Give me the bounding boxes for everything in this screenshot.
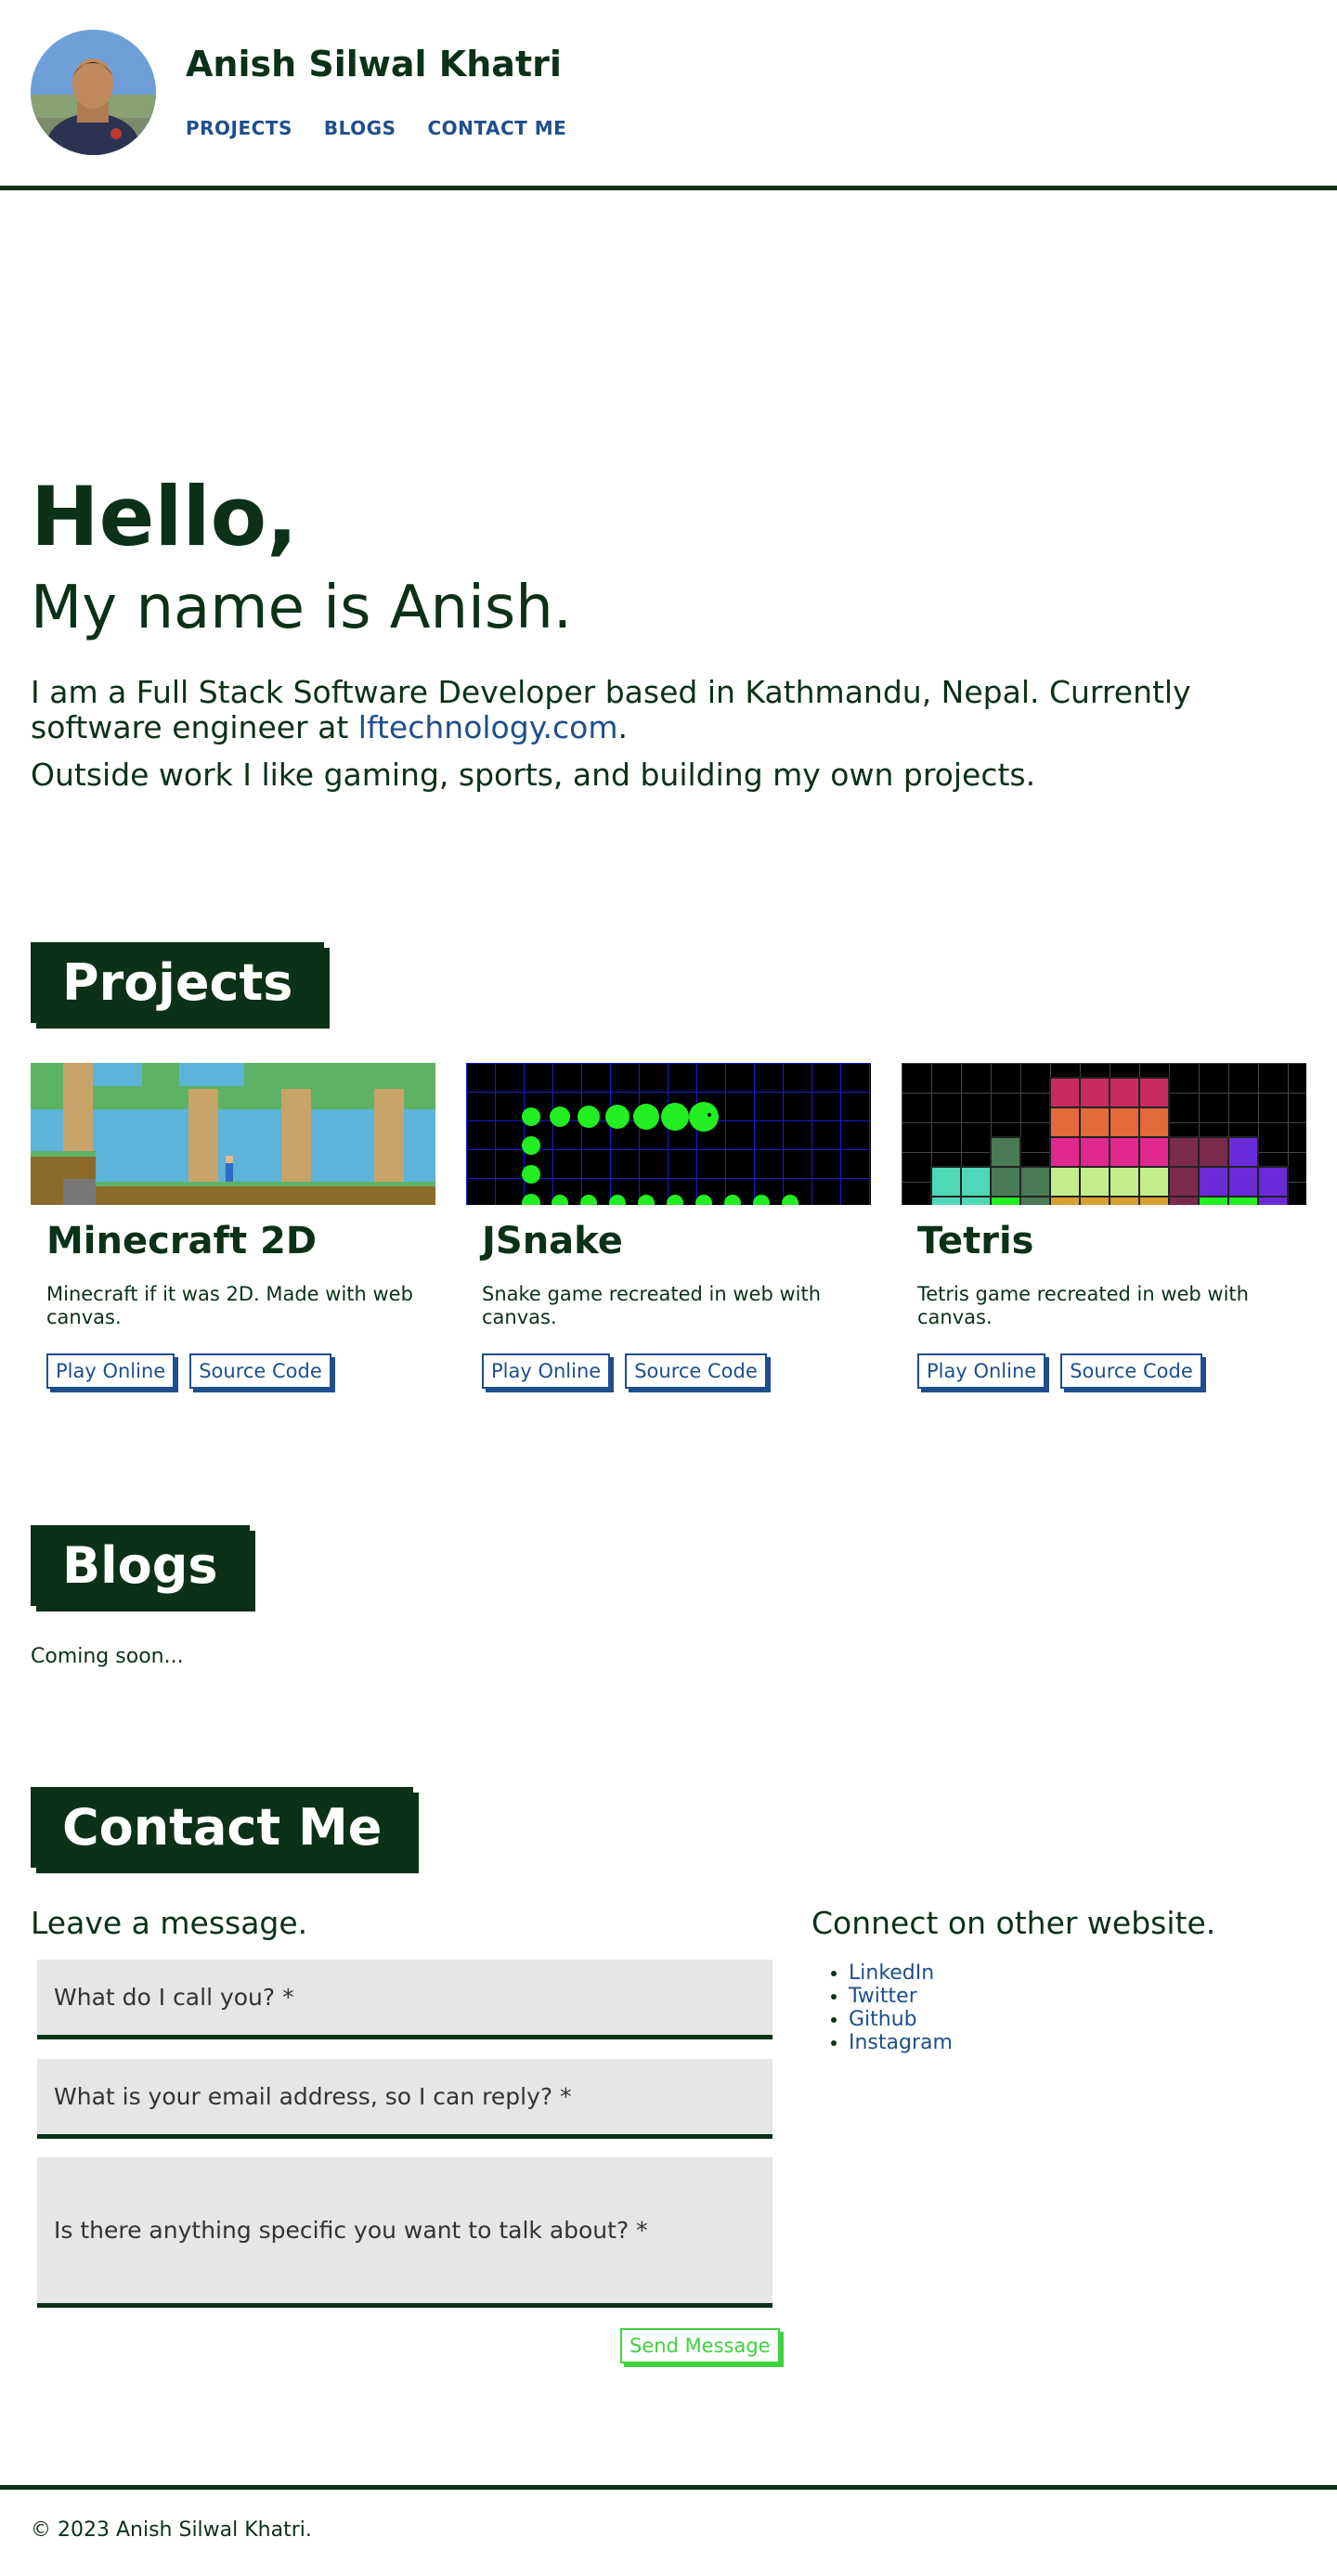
minecraft-thumbnail[interactable] bbox=[31, 1063, 435, 1205]
play-online-button[interactable]: Play Online bbox=[46, 1353, 175, 1389]
tetris-thumbnail[interactable] bbox=[902, 1063, 1306, 1205]
project-title[interactable]: Minecraft 2D bbox=[46, 1220, 435, 1262]
hero-intro: I am a Full Stack Software Developer bas… bbox=[31, 675, 1284, 745]
twitter-link[interactable]: Twitter bbox=[849, 1985, 917, 2008]
avatar bbox=[31, 30, 156, 155]
source-code-button[interactable]: Source Code bbox=[189, 1353, 331, 1389]
project-actions: Play Online Source Code bbox=[917, 1353, 1306, 1389]
project-description: Minecraft if it was 2D. Made with web ca… bbox=[46, 1283, 413, 1328]
send-message-button[interactable]: Send Message bbox=[620, 2328, 780, 2363]
contact-heading: Contact Me bbox=[31, 1787, 414, 1868]
project-title[interactable]: JSnake bbox=[482, 1220, 871, 1262]
name-placeholder: What do I call you? * bbox=[54, 1984, 294, 2011]
hero-greeting: Hello, bbox=[31, 469, 298, 564]
list-item: Instagram bbox=[849, 2031, 953, 2054]
intro-end: . bbox=[617, 709, 629, 745]
source-code-button[interactable]: Source Code bbox=[625, 1353, 767, 1389]
social-links: LinkedIn Twitter Github Instagram bbox=[849, 1961, 953, 2054]
play-online-button[interactable]: Play Online bbox=[917, 1353, 1046, 1389]
copyright: © 2023 Anish Silwal Khatri. bbox=[31, 2518, 312, 2542]
employer-link[interactable]: lftechnology.com bbox=[358, 709, 618, 745]
message-field[interactable]: Is there anything specific you want to t… bbox=[37, 2157, 772, 2308]
project-description: Tetris game recreated in web with canvas… bbox=[917, 1283, 1249, 1328]
footer-divider bbox=[0, 2485, 1337, 2490]
hero-name: My name is Anish. bbox=[31, 574, 573, 642]
nav-contact[interactable]: CONTACT ME bbox=[428, 117, 567, 139]
project-card: JSnake Snake game recreated in web with … bbox=[466, 1063, 871, 1389]
email-field[interactable]: What is your email address, so I can rep… bbox=[37, 2059, 772, 2139]
connect-heading: Connect on other website. bbox=[811, 1905, 1216, 1941]
project-description: Snake game recreated in web with canvas. bbox=[482, 1283, 821, 1328]
project-card: Tetris Tetris game recreated in web with… bbox=[902, 1063, 1306, 1389]
leave-message-heading: Leave a message. bbox=[31, 1905, 308, 1941]
site-header: Anish Silwal Khatri PROJECTS BLOGS CONTA… bbox=[0, 0, 1337, 190]
instagram-link[interactable]: Instagram bbox=[849, 2031, 953, 2054]
project-title[interactable]: Tetris bbox=[917, 1220, 1306, 1262]
linkedin-link[interactable]: LinkedIn bbox=[849, 1961, 934, 1985]
project-actions: Play Online Source Code bbox=[46, 1353, 435, 1389]
nav-projects[interactable]: PROJECTS bbox=[186, 117, 292, 139]
list-item: Twitter bbox=[849, 1985, 953, 2008]
blogs-heading: Blogs bbox=[31, 1525, 250, 1606]
email-placeholder: What is your email address, so I can rep… bbox=[54, 2083, 572, 2110]
jsnake-thumbnail[interactable] bbox=[466, 1063, 871, 1205]
project-actions: Play Online Source Code bbox=[482, 1353, 871, 1389]
name-field[interactable]: What do I call you? * bbox=[37, 1960, 772, 2039]
site-title[interactable]: Anish Silwal Khatri bbox=[186, 44, 562, 84]
projects-heading: Projects bbox=[31, 942, 325, 1023]
message-placeholder: Is there anything specific you want to t… bbox=[54, 2217, 648, 2244]
nav-blogs[interactable]: BLOGS bbox=[324, 117, 396, 139]
main-nav: PROJECTS BLOGS CONTACT ME bbox=[186, 117, 566, 139]
list-item: Github bbox=[849, 2008, 953, 2031]
github-link[interactable]: Github bbox=[849, 2008, 917, 2031]
list-item: LinkedIn bbox=[849, 1961, 953, 1985]
play-online-button[interactable]: Play Online bbox=[482, 1353, 611, 1389]
source-code-button[interactable]: Source Code bbox=[1060, 1353, 1202, 1389]
project-card: Minecraft 2D Minecraft if it was 2D. Mad… bbox=[31, 1063, 435, 1389]
hero-hobbies: Outside work I like gaming, sports, and … bbox=[31, 757, 1036, 793]
blogs-status: Coming soon... bbox=[31, 1645, 184, 1668]
